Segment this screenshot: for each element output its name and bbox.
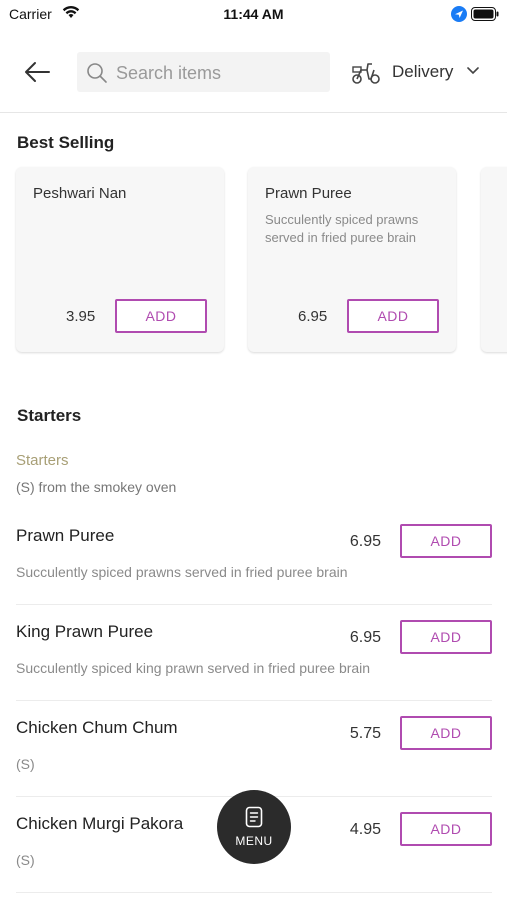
menu-book-icon [245, 806, 263, 828]
item-name: Prawn Puree [16, 526, 115, 545]
best-selling-title: Best Selling [17, 133, 115, 152]
item-description: (S) [16, 852, 35, 868]
search-icon [87, 63, 107, 83]
card-item-price: 3.95 [66, 308, 96, 325]
card-item-name: Prawn Puree [265, 185, 352, 202]
battery-icon [471, 7, 499, 21]
divider [16, 892, 492, 893]
card-item-name: Peshwari Nan [33, 185, 127, 202]
location-icon [451, 6, 467, 22]
divider [16, 604, 492, 605]
item-description: Succulently spiced prawns served in frie… [16, 564, 348, 580]
item-name: King Prawn Puree [16, 622, 154, 641]
starters-title: Starters [17, 406, 82, 425]
add-button[interactable]: ADD [400, 812, 492, 846]
card-item-price: 6.95 [298, 308, 328, 325]
search-input[interactable]: Search items [77, 52, 330, 92]
add-button[interactable]: ADD [400, 524, 492, 558]
divider [16, 700, 492, 701]
delivery-label: Delivery [392, 62, 454, 81]
category-name: Starters [16, 452, 69, 469]
item-name: Chicken Chum Chum [16, 718, 178, 737]
status-bar: Carrier 11:44 AM [0, 0, 507, 28]
chevron-down-icon [467, 67, 479, 75]
item-price: 6.95 [349, 629, 381, 646]
item-name: Chicken Murgi Pakora [16, 814, 184, 833]
clock: 11:44 AM [223, 6, 284, 22]
category-description: (S) from the smokey oven [16, 479, 177, 495]
best-selling-card-partial[interactable] [481, 167, 507, 352]
add-button[interactable]: ADD [115, 299, 207, 333]
card-item-description: Succulently spiced prawns served in frie… [265, 212, 419, 245]
menu-item[interactable]: Prawn Puree 6.95 ADD Succulently spiced … [16, 524, 492, 622]
scooter-icon [352, 63, 380, 84]
item-price: 4.95 [349, 821, 381, 838]
item-description: (S) [16, 756, 35, 772]
search-placeholder: Search items [116, 63, 222, 83]
best-selling-card[interactable]: Prawn Puree Succulently spiced prawns se… [248, 167, 456, 352]
item-price: 6.95 [349, 533, 381, 550]
item-price: 5.75 [349, 725, 381, 742]
add-button[interactable]: ADD [347, 299, 439, 333]
menu-button[interactable]: MENU [217, 790, 291, 864]
back-arrow-icon[interactable] [22, 57, 52, 87]
delivery-selector[interactable]: Delivery [351, 60, 491, 86]
add-button[interactable]: ADD [400, 620, 492, 654]
add-button[interactable]: ADD [400, 716, 492, 750]
item-description: Succulently spiced king prawn served in … [16, 660, 371, 676]
best-selling-card[interactable]: Peshwari Nan 3.95 ADD [16, 167, 224, 352]
menu-item[interactable]: King Prawn Puree 6.95 ADD Succulently sp… [16, 620, 492, 718]
header: Search items Delivery [0, 40, 507, 113]
menu-button-label: MENU [235, 834, 273, 848]
